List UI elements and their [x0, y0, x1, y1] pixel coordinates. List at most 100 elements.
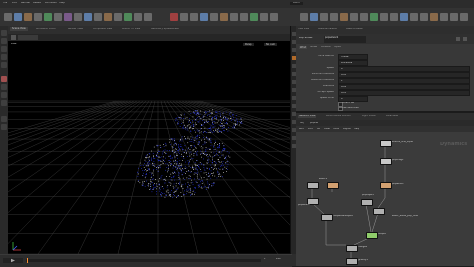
shelf-tool-icon[interactable] — [410, 13, 418, 21]
shelf-tool-icon[interactable] — [320, 13, 328, 21]
net-menu-layout[interactable]: Layout — [343, 128, 351, 130]
shelf-tool-icon[interactable] — [24, 13, 32, 21]
shelf-tool-icon[interactable] — [370, 13, 378, 21]
desktop-selector[interactable]: Build — [290, 2, 303, 5]
tab-render-view[interactable]: Render View — [68, 28, 83, 30]
shelf-tool-icon[interactable] — [380, 13, 388, 21]
shelf-tool-icon[interactable] — [180, 13, 188, 21]
tab-light-linker[interactable]: Light Linker — [362, 115, 376, 117]
node-static1[interactable] — [307, 182, 319, 189]
tab-composite-view[interactable]: Composite View — [93, 28, 112, 30]
timeline-playhead[interactable] — [27, 258, 28, 263]
path-segment[interactable]: popnet — [310, 122, 318, 124]
tab-geometry-spreadsheet[interactable]: Geometry Spreadsheet — [151, 28, 179, 30]
shelf-tool-icon[interactable] — [14, 13, 22, 21]
node-rbdpackedobject[interactable] — [327, 182, 339, 189]
camera-tool-icon[interactable] — [1, 116, 7, 122]
tab-network-view[interactable]: Network View — [298, 114, 317, 118]
subtab-solver[interactable]: Solver — [310, 46, 318, 48]
shelf-tool-icon[interactable] — [210, 13, 218, 21]
shelf-tool-icon[interactable] — [250, 13, 258, 21]
timeline-end[interactable]: 240 — [276, 258, 281, 260]
node-output[interactable] — [366, 232, 378, 239]
subtab-wind[interactable]: Wind — [299, 46, 308, 50]
tab-parameter[interactable]: Parameter — [386, 115, 398, 117]
node-source-first-input[interactable] — [380, 140, 392, 147]
shelf-tool-icon[interactable] — [360, 13, 368, 21]
shelf-tool-icon[interactable] — [200, 13, 208, 21]
shelf-tool-icon[interactable] — [104, 13, 112, 21]
shelf-tool-icon[interactable] — [34, 13, 42, 21]
shelf-tool-icon[interactable] — [144, 13, 152, 21]
shelf-tool-icon[interactable] — [4, 13, 12, 21]
shelf-tool-icon[interactable] — [44, 13, 52, 21]
timeline-start[interactable]: 1 — [264, 258, 266, 260]
shelf-tool-icon[interactable] — [170, 13, 178, 21]
node-name-field[interactable]: popsolver1 — [324, 36, 366, 43]
node-static-solve[interactable] — [373, 208, 385, 215]
net-menu-add[interactable]: Add — [299, 128, 304, 130]
shelf-tool-icon[interactable] — [64, 13, 72, 21]
shelf-tool-icon[interactable] — [114, 13, 122, 21]
gear-icon[interactable] — [456, 37, 460, 41]
shelf-tool-icon[interactable] — [124, 13, 132, 21]
shelf-tool-icon[interactable] — [74, 13, 82, 21]
node-gravity1[interactable] — [321, 214, 333, 221]
node-gravity[interactable] — [346, 258, 358, 265]
menu-help[interactable]: Help — [59, 2, 65, 5]
path-segment[interactable]: obj — [300, 122, 304, 124]
tab-animation-editor[interactable]: Animation Editor — [36, 28, 56, 30]
menu-file[interactable]: File — [3, 2, 7, 5]
shelf-tool-icon[interactable] — [84, 13, 92, 21]
net-menu-go[interactable]: Go — [317, 128, 320, 130]
shelf-tool-icon[interactable] — [270, 13, 278, 21]
shelf-tool-icon[interactable] — [190, 13, 198, 21]
timeline[interactable]: 1 240 — [0, 254, 292, 267]
shelf-tool-icon[interactable] — [450, 13, 458, 21]
node-merge1[interactable] — [346, 245, 358, 252]
net-menu-view[interactable]: View — [324, 128, 330, 130]
tab-tree-view[interactable]: Tree View — [298, 28, 309, 30]
move-tool-icon[interactable] — [1, 38, 7, 44]
tab-asset-browser[interactable]: Asset Browser — [346, 28, 363, 30]
shelf-tool-icon[interactable] — [390, 13, 398, 21]
view-tool-icon[interactable] — [1, 84, 7, 90]
play-icon[interactable] — [3, 258, 23, 263]
shelf-tool-icon[interactable] — [350, 13, 358, 21]
brush-tool-icon[interactable] — [1, 100, 7, 106]
menu-edit[interactable]: Edit — [12, 2, 17, 5]
light-tool-icon[interactable] — [1, 124, 7, 130]
scale-tool-icon[interactable] — [1, 54, 7, 60]
shelf-tool-icon[interactable] — [310, 13, 318, 21]
network-editor[interactable]: Dynamics source_first_input popdrag1 pop… — [296, 132, 474, 266]
shelf-tool-icon[interactable] — [430, 13, 438, 21]
node-popwind1[interactable] — [380, 182, 392, 189]
net-menu-tools[interactable]: Tools — [333, 128, 339, 130]
display-menu[interactable]: No cam — [264, 43, 278, 47]
pose-tool-icon[interactable] — [1, 76, 7, 82]
shelf-tool-icon[interactable] — [460, 13, 468, 21]
shelf-tool-icon[interactable] — [440, 13, 448, 21]
subtab-inputs[interactable]: Inputs — [334, 46, 341, 48]
shelf-tool-icon[interactable] — [240, 13, 248, 21]
select-tool-icon[interactable] — [1, 30, 7, 36]
handle-tool-icon[interactable] — [1, 62, 7, 68]
shelf-tool-icon[interactable] — [230, 13, 238, 21]
path-obj-field[interactable] — [18, 35, 38, 40]
menu-windows[interactable]: Windows — [45, 2, 57, 5]
shelf-tool-icon[interactable] — [220, 13, 228, 21]
shelf-tool-icon[interactable] — [94, 13, 102, 21]
tab-material-palette[interactable]: Material Palette — [318, 28, 337, 30]
shelf-tool-icon[interactable] — [300, 13, 308, 21]
shelf-tool-icon[interactable] — [420, 13, 428, 21]
shelf-tool-icon[interactable] — [260, 13, 268, 21]
shelf-tool-icon[interactable] — [54, 13, 62, 21]
menu-assets[interactable]: Assets — [33, 2, 41, 5]
tab-scene-view[interactable]: Scene View — [10, 27, 28, 32]
shelf-tool-icon[interactable] — [400, 13, 408, 21]
home-icon[interactable] — [11, 35, 16, 40]
menu-render[interactable]: Render — [21, 2, 30, 5]
node-popobject[interactable] — [361, 199, 373, 206]
net-menu-edit[interactable]: Edit — [308, 128, 313, 130]
help-icon[interactable] — [463, 37, 467, 41]
